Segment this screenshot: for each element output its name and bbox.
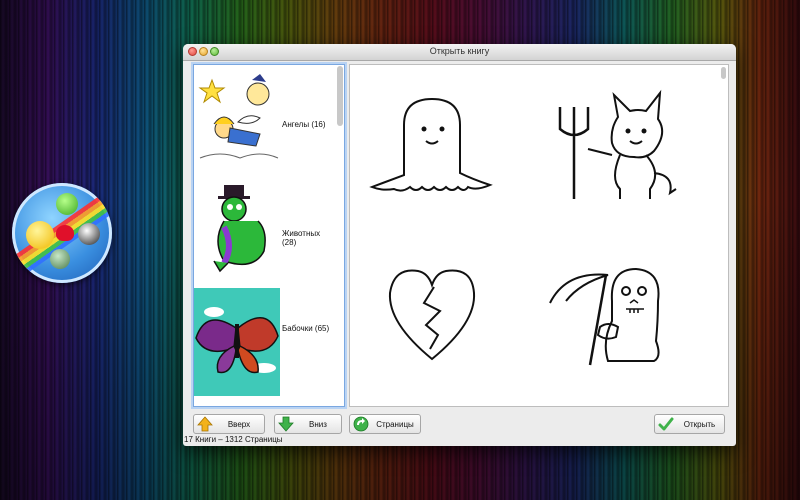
open-button-label: Открыть — [683, 420, 716, 429]
alien-icon — [56, 193, 78, 215]
alien-head-icon — [50, 249, 70, 269]
heart-icon — [56, 225, 74, 241]
refresh-icon — [353, 416, 369, 432]
devil-drawing — [558, 89, 677, 199]
page-preview — [349, 64, 729, 407]
book-item-butterflies[interactable]: Бабочки (65) — [194, 288, 334, 396]
down-button[interactable]: Вниз — [274, 414, 342, 434]
pages-button[interactable]: Страницы — [349, 414, 421, 434]
open-book-dialog: Открыть книгу Ангелы (16) Животных (28) … — [183, 44, 736, 446]
status-text: 17 Книги – 1312 Страницы — [184, 435, 283, 444]
up-button-label: Вверх — [227, 420, 251, 429]
book-list[interactable]: Ангелы (16) Животных (28) Бабочки (65) — [193, 64, 345, 407]
preview-scrollbar[interactable] — [721, 67, 726, 79]
broken-heart-drawing — [388, 269, 476, 361]
book-item-animals[interactable]: Животных (28) — [194, 177, 334, 285]
book-label: Ангелы (16) — [282, 120, 326, 129]
down-button-label: Вниз — [309, 420, 327, 429]
butterfly-thumbnail — [194, 288, 280, 396]
smiley-icon — [26, 221, 54, 249]
ghost-drawing — [369, 97, 493, 192]
down-arrow-icon — [278, 416, 294, 432]
window-title: Открыть книгу — [429, 46, 490, 56]
titlebar[interactable]: Открыть книгу — [183, 44, 736, 61]
open-button[interactable]: Открыть — [654, 414, 725, 434]
book-label: Животных (28) — [282, 229, 321, 247]
penguin-icon — [78, 223, 100, 245]
checkmark-icon — [658, 417, 674, 431]
book-item-angels[interactable]: Ангелы (16) — [194, 66, 334, 174]
up-arrow-icon — [197, 416, 213, 432]
angel-thumbnail — [194, 66, 280, 174]
pages-button-label: Страницы — [376, 420, 414, 429]
book-label: Бабочки (65) — [282, 324, 330, 333]
up-button[interactable]: Вверх — [193, 414, 265, 434]
dinosaur-thumbnail — [194, 177, 280, 285]
coloring-app-dock-icon[interactable] — [12, 183, 112, 283]
grim-reaper-drawing — [549, 267, 660, 366]
book-list-scrollbar[interactable] — [337, 66, 343, 126]
